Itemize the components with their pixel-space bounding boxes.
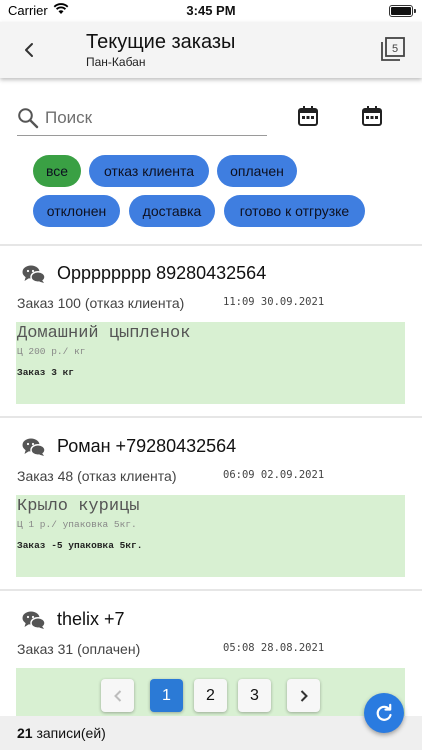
chip-all[interactable]: все <box>33 155 81 187</box>
page-subtitle: Пан-Кабан <box>86 55 146 69</box>
back-arrow-icon <box>25 43 33 57</box>
back-button[interactable] <box>16 37 42 63</box>
order-customer[interactable]: thelix +7 <box>57 609 125 630</box>
page-3-button[interactable]: 3 <box>238 679 271 712</box>
divider <box>0 416 422 418</box>
filter-5-icon[interactable]: 5 <box>380 36 406 62</box>
calendar-icon[interactable] <box>360 104 384 128</box>
order-number: Заказ 100 (отказ клиента) <box>17 295 185 311</box>
chip-rejected[interactable]: отклонен <box>33 195 120 227</box>
chip-client-refusal[interactable]: отказ клиента <box>89 155 209 187</box>
footer-bar: 21 записи(ей) <box>0 716 422 750</box>
svg-text:5: 5 <box>392 43 398 55</box>
order-number: Заказ 48 (отказ клиента) <box>17 468 177 484</box>
calendar-icon[interactable] <box>296 104 320 128</box>
chat-icon <box>22 611 46 630</box>
battery-icon <box>389 5 416 17</box>
next-page-button[interactable] <box>287 679 320 712</box>
chevron-right-icon <box>300 689 308 702</box>
divider <box>0 589 422 591</box>
order-customer[interactable]: Opppppppp 89280432564 <box>57 263 266 284</box>
refresh-icon <box>376 703 392 721</box>
search-box <box>17 102 267 136</box>
records-count-label: записи(ей) <box>36 725 106 741</box>
item-price: Ц 1 р./ упаковка 5кг. <box>17 519 137 530</box>
chip-paid[interactable]: оплачен <box>217 155 297 187</box>
order-date: 11:09 30.09.2021 <box>223 296 325 308</box>
chat-icon <box>22 265 46 284</box>
chat-icon <box>22 438 46 457</box>
order-item[interactable]: Домашний цыпленок Ц 200 р./ кг Заказ 3 к… <box>16 322 405 404</box>
order-number: Заказ 31 (оплачен) <box>17 641 141 657</box>
order-date: 05:08 28.08.2021 <box>223 642 325 654</box>
status-bar: Carrier 3:45 PM <box>0 0 422 22</box>
records-count: 21 записи(ей) <box>17 725 106 741</box>
chip-delivery[interactable]: доставка <box>129 195 215 227</box>
page-title: Текущие заказы <box>86 31 236 53</box>
search-input[interactable] <box>45 106 265 130</box>
app-header: Текущие заказы Пан-Кабан 5 <box>0 22 422 78</box>
chevron-left-icon <box>113 689 121 702</box>
chip-ready-to-ship[interactable]: готово к отгрузке <box>224 195 365 227</box>
item-quantity: Заказ -5 упаковка 5кг. <box>17 540 143 551</box>
order-customer[interactable]: Роман +79280432564 <box>57 436 236 457</box>
page-2-button[interactable]: 2 <box>194 679 227 712</box>
order-date: 06:09 02.09.2021 <box>223 469 325 481</box>
item-quantity: Заказ 3 кг <box>17 367 75 378</box>
search-icon <box>18 108 39 129</box>
item-name: Домашний цыпленок <box>17 324 191 343</box>
item-name: Крыло курицы <box>17 497 140 516</box>
item-price: Ц 200 р./ кг <box>17 346 86 357</box>
records-count-number: 21 <box>17 725 33 741</box>
divider <box>0 244 422 246</box>
order-item[interactable]: Крыло курицы Ц 1 р./ упаковка 5кг. Заказ… <box>16 495 405 577</box>
page-1-button[interactable]: 1 <box>150 679 183 712</box>
prev-page-button[interactable] <box>101 679 134 712</box>
clock: 3:45 PM <box>186 3 236 18</box>
refresh-button[interactable] <box>364 693 404 733</box>
